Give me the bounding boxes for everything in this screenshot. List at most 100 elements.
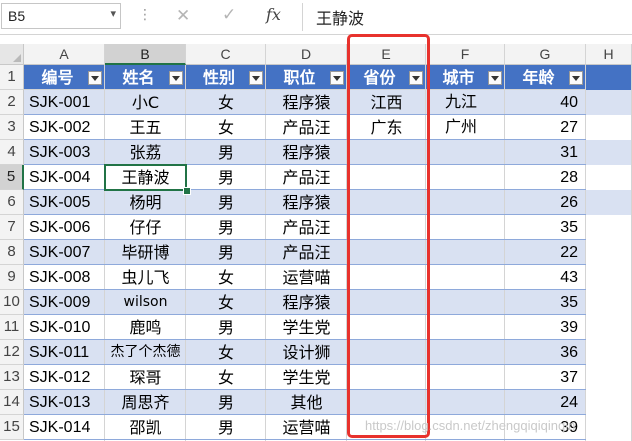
table-cell[interactable] [440,240,505,265]
column-header-b[interactable]: B [105,44,186,65]
table-cell[interactable]: 女 [186,365,266,390]
filter-dropdown-icon[interactable] [569,71,583,85]
table-cell[interactable]: 九江 [440,90,505,115]
table-cell[interactable]: wilson [105,290,186,315]
table-cell[interactable]: 广州 [440,115,505,140]
table-cell[interactable]: 35 [505,215,586,240]
row-header-5[interactable]: 5 [0,165,24,190]
table-cell[interactable]: 程序猿 [266,290,347,315]
filter-dropdown-icon[interactable] [488,71,502,85]
table-cell[interactable]: 43 [505,265,586,290]
table-cell[interactable]: 产品汪 [266,115,347,140]
active-cell-selection[interactable] [104,164,187,191]
row-header-2[interactable]: 2 [0,90,24,115]
table-cell[interactable]: 男 [186,165,266,190]
vertical-dots-icon[interactable]: ⋮ [138,7,152,23]
table-cell[interactable]: 程序猿 [266,190,347,215]
table-cell[interactable]: 杨明 [105,190,186,215]
table-cell[interactable] [440,340,505,365]
table-cell[interactable] [440,390,505,415]
table-cell[interactable]: 39 [505,315,586,340]
table-cell[interactable]: 运营喵 [266,415,347,440]
table-cell[interactable]: SJK-002 [24,115,105,140]
table-cell[interactable]: 女 [186,115,266,140]
table-cell[interactable] [440,365,505,390]
table-cell[interactable]: 设计狮 [266,340,347,365]
column-header-c[interactable]: C [186,44,266,65]
table-cell[interactable]: 仔仔 [105,215,186,240]
column-header-g[interactable]: G [505,44,586,65]
table-cell[interactable]: 男 [186,415,266,440]
table-cell[interactable]: 35 [505,290,586,315]
row-header-10[interactable]: 10 [0,290,24,315]
column-header-d[interactable]: D [266,44,347,65]
table-cell[interactable]: SJK-004 [24,165,105,190]
table-cell[interactable]: 男 [186,215,266,240]
table-cell[interactable]: 26 [505,190,586,215]
table-cell[interactable]: 小C [105,90,186,115]
chevron-down-icon[interactable]: ▾ [110,7,116,20]
row-header-7[interactable]: 7 [0,215,24,240]
table-cell[interactable]: 男 [186,240,266,265]
table-cell[interactable]: 学生党 [266,315,347,340]
formula-input[interactable]: 王静波 [316,5,364,29]
table-cell[interactable]: SJK-012 [24,365,105,390]
table-cell[interactable]: 张荔 [105,140,186,165]
row-header-11[interactable]: 11 [0,315,24,340]
row-header-4[interactable]: 4 [0,140,24,165]
table-cell[interactable] [440,290,505,315]
table-cell[interactable]: 虫儿飞 [105,265,186,290]
table-cell[interactable]: 女 [186,90,266,115]
table-cell[interactable]: 27 [505,115,586,140]
spreadsheet-grid[interactable]: A B C D E F G H 1 2 3 4 5 6 7 8 9 10 11 12 13 14 15 编号 姓名 性别 职位 省份城… [0,34,632,441]
select-all-button[interactable] [0,44,24,65]
table-cell[interactable]: 女 [186,265,266,290]
table-cell[interactable]: SJK-009 [24,290,105,315]
table-cell[interactable]: 女 [186,290,266,315]
row-header-3[interactable]: 3 [0,115,24,140]
name-box[interactable]: B5 ▾ [1,3,121,29]
table-cell[interactable]: 男 [186,390,266,415]
table-cell[interactable]: 杰了个杰德 [105,340,186,365]
row-header-12[interactable]: 12 [0,340,24,365]
table-cell[interactable] [440,140,505,165]
table-cell[interactable]: 22 [505,240,586,265]
table-cell[interactable]: 产品汪 [266,165,347,190]
table-cell[interactable]: 31 [505,140,586,165]
table-cell[interactable]: 36 [505,340,586,365]
filter-dropdown-icon[interactable] [330,71,344,85]
table-cell[interactable]: SJK-013 [24,390,105,415]
table-cell[interactable]: 鹿鸣 [105,315,186,340]
table-cell[interactable]: 37 [505,365,586,390]
table-cell[interactable]: 王五 [105,115,186,140]
table-cell[interactable]: 邵凯 [105,415,186,440]
row-header-1[interactable]: 1 [0,65,24,90]
filter-dropdown-icon[interactable] [169,71,183,85]
table-cell[interactable]: 毕研博 [105,240,186,265]
table-cell[interactable]: 男 [186,315,266,340]
table-cell[interactable]: 周思齐 [105,390,186,415]
table-cell[interactable]: SJK-001 [24,90,105,115]
column-header-h[interactable]: H [586,44,632,65]
row-header-13[interactable]: 13 [0,365,24,390]
table-cell[interactable]: 男 [186,190,266,215]
table-cell[interactable]: 女 [186,340,266,365]
insert-function-button[interactable]: fx [266,5,281,24]
table-cell[interactable]: 28 [505,165,586,190]
table-cell[interactable]: 40 [505,90,586,115]
table-cell[interactable] [440,190,505,215]
table-cell[interactable]: 男 [186,140,266,165]
table-cell[interactable] [440,265,505,290]
table-cell[interactable] [440,165,505,190]
table-cell[interactable] [440,215,505,240]
filter-dropdown-icon[interactable] [88,71,102,85]
table-cell[interactable]: SJK-006 [24,215,105,240]
row-header-15[interactable]: 15 [0,415,24,440]
table-cell[interactable]: 运营喵 [266,265,347,290]
table-cell[interactable]: 其他 [266,390,347,415]
table-cell[interactable]: 产品汪 [266,240,347,265]
table-cell[interactable]: 产品汪 [266,215,347,240]
table-cell[interactable]: SJK-010 [24,315,105,340]
table-cell[interactable]: SJK-011 [24,340,105,365]
filter-dropdown-icon[interactable] [249,71,263,85]
